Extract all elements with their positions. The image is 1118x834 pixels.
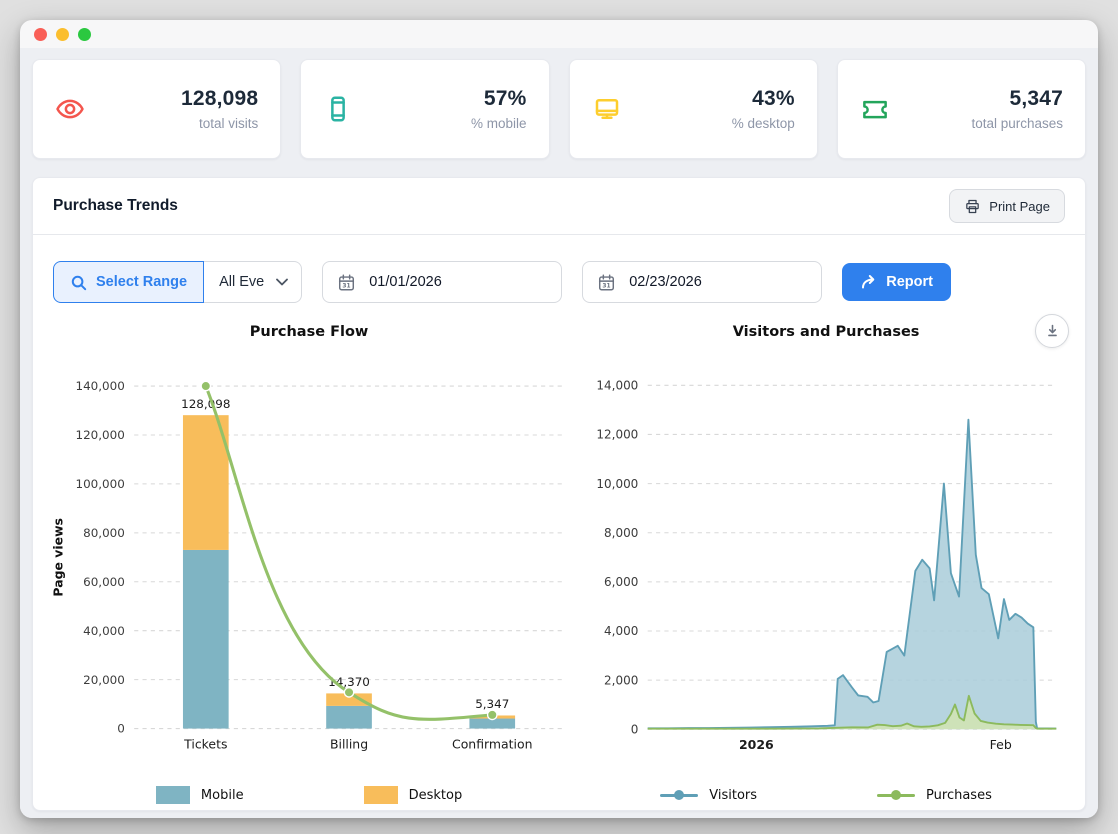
purchase-flow-title: Purchase Flow (250, 324, 369, 340)
svg-text:80,000: 80,000 (83, 526, 125, 540)
total-purchases-label: total purchases (971, 116, 1063, 131)
print-page-button[interactable]: Print Page (949, 189, 1065, 223)
svg-text:100,000: 100,000 (76, 477, 125, 491)
calendar-icon: 31 (337, 273, 356, 292)
stat-card-total-purchases: 5,347 total purchases (837, 59, 1086, 159)
select-range-label: Select Range (96, 274, 187, 290)
percent-desktop-label: % desktop (732, 116, 795, 131)
svg-text:2026: 2026 (739, 737, 774, 752)
svg-text:31: 31 (603, 283, 611, 289)
stat-card-percent-mobile: 57% % mobile (300, 59, 549, 159)
event-filter-value: All Eve (219, 274, 264, 290)
chevron-down-icon (276, 278, 288, 286)
download-chart-button[interactable] (1035, 314, 1069, 348)
svg-text:Page views: Page views (51, 518, 66, 597)
stats-row: 128,098 total visits 57% % mobile (32, 59, 1086, 159)
svg-text:140,000: 140,000 (76, 379, 125, 393)
legend-item-mobile: Mobile (156, 786, 244, 804)
panel-title: Purchase Trends (53, 197, 178, 215)
mobile-legend-label: Mobile (201, 788, 244, 803)
select-range-button[interactable]: Select Range (53, 261, 204, 303)
svg-text:Tickets: Tickets (183, 736, 227, 751)
search-icon (70, 274, 87, 291)
svg-text:40,000: 40,000 (83, 624, 125, 638)
panel-header: Purchase Trends Print Page (33, 178, 1085, 235)
total-visits-value: 128,098 (181, 87, 258, 111)
svg-text:Confirmation: Confirmation (452, 736, 532, 751)
date-to-input[interactable] (627, 273, 751, 291)
stat-card-total-visits: 128,098 total visits (32, 59, 281, 159)
close-window-button[interactable] (34, 28, 47, 41)
purchases-marker (877, 788, 915, 802)
legend-item-visitors: Visitors (660, 788, 757, 803)
filters-row: Select Range All Eve (53, 261, 1065, 303)
report-button[interactable]: Report (842, 263, 951, 301)
svg-text:120,000: 120,000 (76, 428, 125, 442)
download-icon (1043, 322, 1062, 341)
eye-icon (55, 94, 85, 124)
stat-card-percent-desktop: 43% % desktop (569, 59, 818, 159)
svg-text:4,000: 4,000 (604, 624, 638, 638)
visitors-purchases-chart: 0 2,000 4,000 6,000 8,000 10,000 12,000 14,000 2… (581, 345, 1071, 780)
svg-text:Billing: Billing (330, 736, 368, 751)
range-filter-group: Select Range All Eve (53, 261, 302, 303)
dashboard-content: 128,098 total visits 57% % mobile (20, 48, 1098, 818)
date-from-input[interactable] (367, 273, 491, 291)
svg-text:8,000: 8,000 (604, 526, 638, 540)
charts-row: Purchase Flow 0 20,000 40,000 60,000 80,000 1… (33, 315, 1085, 810)
svg-text:5,347: 5,347 (475, 697, 509, 711)
desktop-background: 128,098 total visits 57% % mobile (0, 0, 1118, 834)
share-arrow-icon (860, 274, 877, 290)
total-purchases-value: 5,347 (971, 87, 1063, 111)
print-page-label: Print Page (989, 199, 1050, 214)
date-from-field[interactable]: 31 (322, 261, 562, 303)
svg-text:0: 0 (631, 722, 639, 736)
legend-item-purchases: Purchases (877, 788, 992, 803)
minimize-window-button[interactable] (56, 28, 69, 41)
svg-text:20,000: 20,000 (83, 673, 125, 687)
svg-text:10,000: 10,000 (597, 477, 639, 491)
maximize-window-button[interactable] (78, 28, 91, 41)
legend-item-desktop: Desktop (364, 786, 463, 804)
svg-text:128,098: 128,098 (181, 397, 230, 411)
mobile-icon (323, 94, 353, 124)
svg-text:Feb: Feb (990, 737, 1012, 752)
visitors-purchases-chart-container: Visitors and Purchases 0 2,000 4,000 6,000 8… (581, 319, 1071, 810)
ticket-icon (860, 94, 890, 124)
svg-text:12,000: 12,000 (597, 428, 639, 442)
event-filter-dropdown[interactable]: All Eve (204, 261, 302, 303)
mobile-swatch (156, 786, 190, 804)
app-window: 128,098 total visits 57% % mobile (20, 20, 1098, 818)
visitors-purchases-legend: Visitors Purchases (581, 780, 1071, 810)
svg-text:6,000: 6,000 (604, 575, 638, 589)
svg-text:14,000: 14,000 (597, 378, 639, 392)
calendar-icon: 31 (597, 273, 616, 292)
percent-mobile-label: % mobile (471, 116, 527, 131)
desktop-legend-label: Desktop (409, 788, 463, 803)
svg-text:31: 31 (343, 283, 351, 289)
percent-mobile-value: 57% (471, 87, 527, 111)
date-to-field[interactable]: 31 (582, 261, 822, 303)
purchase-flow-chart: 0 20,000 40,000 60,000 80,000 100,000 120,000 1… (47, 345, 571, 780)
purchase-trends-panel: Purchase Trends Print Page (32, 177, 1086, 811)
purchase-flow-legend: Mobile Desktop (47, 780, 571, 810)
desktop-swatch (364, 786, 398, 804)
desktop-icon (592, 94, 622, 124)
purchases-legend-label: Purchases (926, 788, 992, 803)
report-label: Report (886, 274, 933, 290)
printer-icon (964, 198, 981, 215)
total-visits-label: total visits (181, 116, 258, 131)
percent-desktop-value: 43% (732, 87, 795, 111)
svg-text:2,000: 2,000 (604, 673, 638, 687)
svg-text:0: 0 (117, 722, 125, 736)
svg-text:60,000: 60,000 (83, 575, 125, 589)
visitors-marker (660, 788, 698, 802)
window-titlebar (20, 20, 1098, 48)
visitors-purchases-title: Visitors and Purchases (733, 324, 920, 340)
purchase-flow-chart-container: Purchase Flow 0 20,000 40,000 60,000 80,000 1… (47, 319, 571, 810)
visitors-legend-label: Visitors (709, 788, 757, 803)
